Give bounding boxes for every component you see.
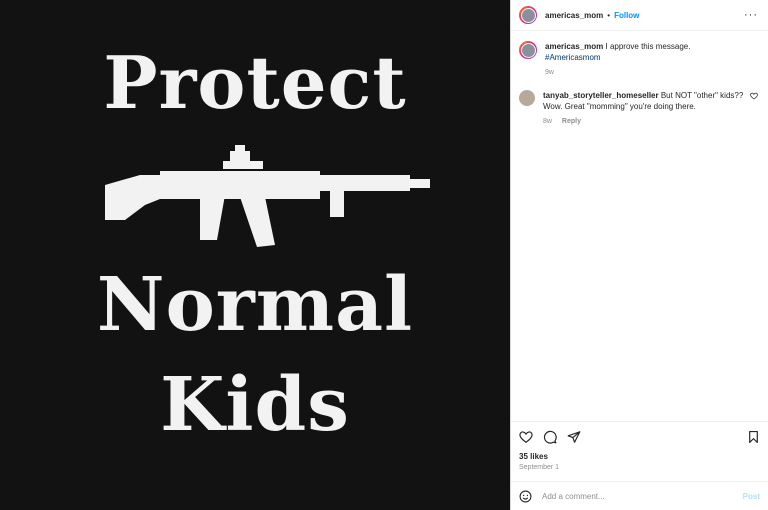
avatar[interactable] bbox=[519, 6, 537, 24]
list-item: tanyab_storyteller_homeseller But NOT "o… bbox=[519, 90, 758, 127]
post-header: americas_mom • Follow ··· bbox=[511, 0, 768, 31]
separator-dot: • bbox=[607, 10, 611, 20]
comment-icon[interactable] bbox=[543, 430, 557, 444]
post-image[interactable]: Protect Normal Kids bbox=[0, 0, 510, 510]
like-comment-icon[interactable] bbox=[750, 92, 758, 100]
header-username[interactable]: americas_mom bbox=[545, 11, 603, 20]
caption-time: 9w bbox=[545, 69, 554, 76]
commenter-avatar[interactable] bbox=[519, 90, 535, 106]
post-sidebar: americas_mom • Follow ··· americas_mom I… bbox=[510, 0, 768, 510]
post-date: September 1 bbox=[519, 464, 560, 471]
image-text-normal: Normal bbox=[96, 262, 414, 348]
heart-icon[interactable] bbox=[519, 430, 533, 444]
likes-count[interactable]: 35 likes bbox=[511, 452, 768, 461]
follow-button[interactable]: Follow bbox=[614, 11, 639, 20]
comment-input[interactable] bbox=[540, 490, 743, 502]
caption-text: I approve this message. bbox=[605, 42, 691, 51]
comments-section: americas_mom I approve this message. #Am… bbox=[511, 31, 768, 421]
reply-button[interactable]: Reply bbox=[562, 118, 581, 125]
image-text-kids: Kids bbox=[160, 362, 350, 448]
share-icon[interactable] bbox=[567, 430, 581, 444]
caption-username[interactable]: americas_mom bbox=[545, 42, 603, 51]
comment-username[interactable]: tanyab_storyteller_homeseller bbox=[543, 91, 659, 100]
emoji-icon[interactable] bbox=[519, 490, 532, 503]
rifle-graphic bbox=[105, 145, 430, 247]
caption: americas_mom I approve this message. #Am… bbox=[519, 41, 758, 78]
post-button[interactable]: Post bbox=[743, 492, 760, 501]
caption-avatar[interactable] bbox=[519, 41, 537, 59]
action-bar bbox=[511, 421, 768, 452]
bookmark-icon[interactable] bbox=[747, 430, 760, 444]
caption-hashtag[interactable]: #Americasmom bbox=[545, 52, 758, 63]
comment-time: 8w bbox=[543, 118, 552, 125]
add-comment-bar: Post bbox=[511, 481, 768, 510]
more-options-icon[interactable]: ··· bbox=[744, 9, 758, 21]
image-text-protect: Protect bbox=[103, 40, 407, 125]
